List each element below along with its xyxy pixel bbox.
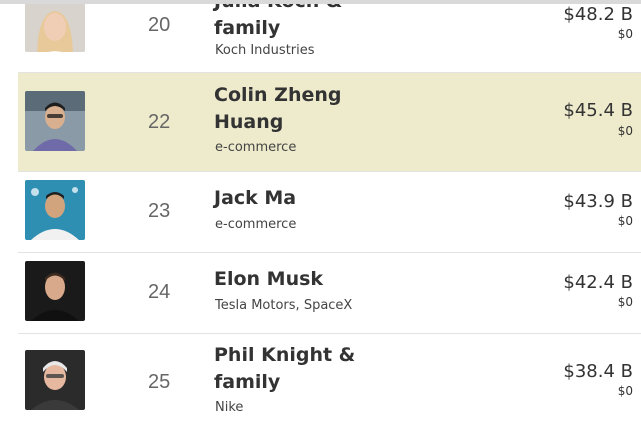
wealth-source: e-commerce [215,140,297,155]
person-name[interactable]: Jack Ma [214,185,414,212]
wealth-source: Koch Industries [215,43,315,58]
person-name-line2: Huang [214,111,284,133]
person-name[interactable]: Colin Zheng Huang [214,82,414,136]
person-name[interactable]: Phil Knight & family [214,342,414,396]
rank-number: 24 [148,281,171,303]
avatar [25,91,85,151]
person-name-line1: Jack Ma [214,187,297,209]
net-worth-change: $0 [617,124,633,138]
net-worth: $45.4 B [563,100,633,121]
person-name[interactable]: Julia Koch & family [214,0,414,42]
net-worth-change: $0 [617,295,633,309]
wealth-source: Nike [215,400,244,415]
top-edge-bar [0,0,641,4]
list-item[interactable]: 20 Julia Koch & family Koch Industries $… [18,0,641,73]
person-name-line1: Phil Knight & [214,344,356,366]
net-worth: $42.4 B [563,272,633,293]
net-worth-change: $0 [617,384,633,398]
person-name-line1: Colin Zheng [214,84,342,106]
person-name-line1: Elon Musk [214,268,324,290]
person-name-line2: family [214,371,281,393]
list-item[interactable]: 23 Jack Ma e-commerce $43.9 B $0 [18,172,641,253]
net-worth: $38.4 B [563,361,633,382]
net-worth: $48.2 B [563,4,633,25]
wealth-source: Tesla Motors, SpaceX [215,298,353,313]
net-worth: $43.9 B [563,191,633,212]
net-worth-change: $0 [617,214,633,228]
list-item[interactable]: 24 Elon Musk Tesla Motors, SpaceX $42.4 … [18,253,641,334]
wealth-source: e-commerce [215,217,297,232]
person-name[interactable]: Elon Musk [214,266,414,293]
avatar [25,0,85,52]
rank-number: 25 [148,371,171,393]
avatar [25,350,85,410]
list-item[interactable]: 25 Phil Knight & family Nike $38.4 B $0 [18,334,641,426]
rank-number: 22 [148,111,171,133]
rank-number: 23 [148,200,171,222]
rank-number: 20 [148,14,171,36]
net-worth-change: $0 [617,27,633,41]
avatar [25,180,85,240]
list-item[interactable]: 22 Colin Zheng Huang e-commerce $45.4 B … [18,73,641,172]
avatar [25,261,85,321]
person-name-line2: family [214,17,281,39]
